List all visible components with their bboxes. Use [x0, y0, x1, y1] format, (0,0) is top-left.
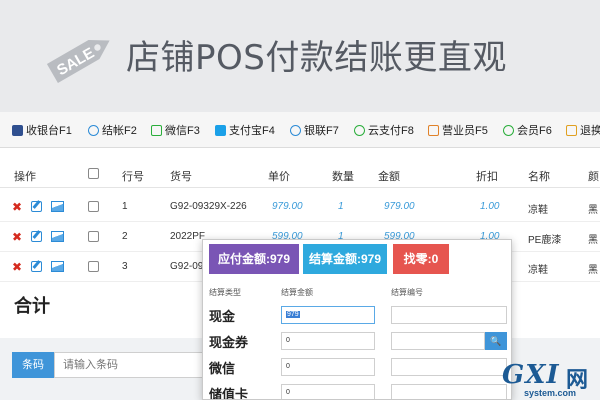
edit-icon[interactable]	[31, 261, 42, 272]
header-line: 行号	[122, 171, 144, 183]
wechat-code-field[interactable]	[391, 358, 507, 376]
row-sku: G92-09	[170, 261, 204, 272]
toolbar-cashier[interactable]: 收银台F1	[12, 122, 72, 138]
row-qty: 1	[338, 201, 344, 212]
site-watermark: GXI 网 system.com	[502, 360, 598, 398]
col-settle-amount: 结算金额	[281, 288, 313, 297]
toolbar-staff-label: 营业员F5	[442, 125, 488, 137]
stored-card-amount-field[interactable]: 0	[281, 384, 375, 399]
toolbar-checkout-label: 结帐F2	[102, 125, 137, 137]
table-row: ✖ 1 G92-09329X-226 979.00 1 979.00 1.00 …	[0, 192, 600, 222]
change-amount: 找零:0	[393, 244, 449, 274]
col-settle-type: 结算类型	[209, 288, 241, 297]
stored-card-code-field[interactable]	[391, 384, 507, 399]
toolbar: 收银台F1 结帐F2 微信F3 支付宝F4 银联F7 云支付F8 营业员F5 会…	[0, 112, 600, 148]
barcode-input[interactable]	[54, 352, 204, 378]
delete-icon[interactable]: ✖	[12, 230, 22, 244]
banner-title: 店铺POS付款结账更直观	[126, 38, 507, 78]
cash-code-field[interactable]	[391, 306, 507, 324]
edit-icon[interactable]	[31, 231, 42, 242]
toolbar-cashier-label: 收银台F1	[26, 125, 72, 137]
return-icon	[566, 124, 577, 136]
total-label: 合计	[14, 296, 50, 316]
toolbar-alipay-label: 支付宝F4	[229, 125, 275, 137]
voucher-code-field[interactable]	[391, 332, 485, 350]
method-stored-card-label: 储值卡	[209, 387, 249, 400]
watermark-domain: system.com	[524, 388, 577, 398]
toolbar-member-label: 会员F6	[517, 125, 552, 137]
toolbar-wechat-label: 微信F3	[165, 125, 200, 137]
wechat-icon	[151, 124, 162, 136]
toolbar-cloud-pay[interactable]: 云支付F8	[354, 122, 414, 138]
member-icon	[503, 124, 514, 136]
method-wechat-label: 微信	[209, 361, 236, 376]
header-sku: 货号	[170, 171, 192, 183]
header-actions: 操作	[14, 171, 36, 183]
row-line: 1	[122, 201, 128, 212]
cash-amount-field[interactable]: 979	[281, 306, 375, 324]
toolbar-member[interactable]: 会员F6	[503, 122, 552, 138]
table-header: 操作 行号 货号 单价 数量 金额 折扣 名称 颜	[0, 160, 600, 188]
row-checkbox[interactable]	[88, 261, 99, 272]
amount-due: 应付金额:979	[209, 244, 299, 274]
toolbar-unionpay[interactable]: 银联F7	[290, 122, 339, 138]
pos-app: 收银台F1 结帐F2 微信F3 支付宝F4 银联F7 云支付F8 营业员F5 会…	[0, 112, 600, 400]
cloud-pay-icon	[354, 124, 365, 136]
col-settle-number: 结算编号	[391, 288, 423, 297]
row-line: 2	[122, 231, 128, 242]
row-color: 黑	[588, 235, 598, 246]
row-amount: 979.00	[384, 201, 415, 212]
toolbar-staff[interactable]: 营业员F5	[428, 122, 488, 138]
toolbar-unionpay-label: 银联F7	[304, 125, 339, 137]
row-name: 凉鞋	[528, 265, 548, 276]
settled-amount: 结算金额:979	[303, 244, 387, 274]
select-all-checkbox[interactable]	[88, 168, 99, 179]
row-checkbox[interactable]	[88, 231, 99, 242]
toolbar-return[interactable]: 退换	[566, 122, 600, 138]
barcode-button[interactable]: 条码	[12, 352, 54, 378]
method-cash-label: 现金	[209, 309, 236, 324]
yen-icon	[88, 124, 99, 136]
cashier-icon	[12, 124, 23, 136]
alipay-icon	[215, 124, 226, 136]
toolbar-cloud-pay-label: 云支付F8	[368, 125, 414, 137]
cash-amount-value: 979	[286, 311, 300, 318]
watermark-logo: GXI	[502, 360, 560, 390]
header-price: 单价	[268, 171, 290, 183]
payment-dialog: 应付金额:979 结算金额:979 找零:0 结算类型 结算金额 结算编号 现金…	[202, 239, 512, 400]
image-icon[interactable]	[51, 201, 64, 212]
row-name: PE鹿漆	[528, 235, 562, 246]
row-sku: 2022PF	[170, 231, 206, 242]
row-checkbox[interactable]	[88, 201, 99, 212]
edit-icon[interactable]	[31, 201, 42, 212]
header-amount: 金额	[378, 171, 400, 183]
row-price: 979.00	[272, 201, 303, 212]
row-color: 黑	[588, 265, 598, 276]
row-color: 黑	[588, 205, 598, 216]
delete-icon[interactable]: ✖	[12, 260, 22, 274]
sale-tag-icon: SALE	[46, 39, 110, 84]
image-icon[interactable]	[51, 231, 64, 242]
voucher-search-icon[interactable]: 🔍	[485, 332, 507, 350]
header-qty: 数量	[332, 171, 354, 183]
promo-banner: SALE 店铺POS付款结账更直观	[0, 0, 600, 112]
toolbar-return-label: 退换	[580, 125, 600, 137]
toolbar-wechat[interactable]: 微信F3	[151, 122, 200, 138]
voucher-amount-field[interactable]: 0	[281, 332, 375, 350]
yen-icon	[290, 124, 301, 136]
staff-icon	[428, 124, 439, 136]
toolbar-alipay[interactable]: 支付宝F4	[215, 122, 275, 138]
toolbar-checkout[interactable]: 结帐F2	[88, 122, 137, 138]
delete-icon[interactable]: ✖	[12, 200, 22, 214]
header-color: 颜	[588, 171, 599, 183]
row-name: 凉鞋	[528, 205, 548, 216]
method-voucher-label: 现金券	[209, 335, 249, 350]
image-icon[interactable]	[51, 261, 64, 272]
header-name: 名称	[528, 171, 550, 183]
row-sku: G92-09329X-226	[170, 201, 247, 212]
row-line: 3	[122, 261, 128, 272]
wechat-amount-field[interactable]: 0	[281, 358, 375, 376]
row-discount: 1.00	[480, 201, 500, 212]
header-discount: 折扣	[476, 171, 498, 183]
